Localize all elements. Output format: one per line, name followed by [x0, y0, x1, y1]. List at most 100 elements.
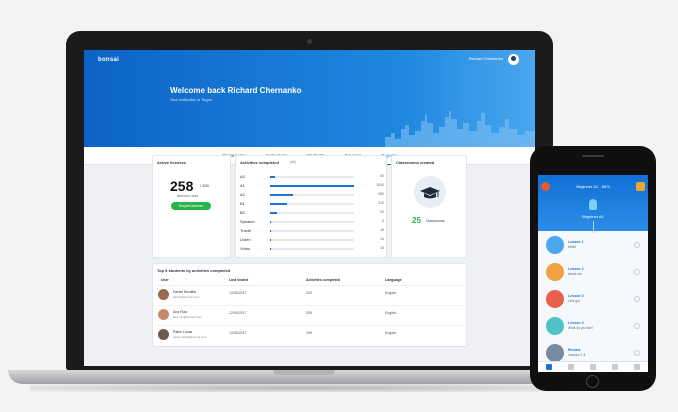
last-visited: 12/05/2017: [229, 311, 247, 315]
phone-screen: Beginner A1 - 86% Beginner A1 Lesson 1 He…: [538, 175, 648, 372]
nav-chat-icon[interactable]: [612, 364, 618, 370]
lesson-item[interactable]: Lesson 3 Let's go!: [538, 287, 648, 313]
activity-label: Video: [240, 246, 251, 251]
activity-label: Speaker: [240, 219, 255, 224]
activity-row: B2 90: [240, 210, 384, 216]
lesson-subtitle: Hello!: [568, 245, 577, 249]
activity-bar: [270, 230, 272, 232]
activity-bar-track: [270, 203, 354, 205]
activity-bar-track: [270, 230, 354, 232]
activity-value: 280: [378, 192, 384, 196]
lesson-status-icon[interactable]: [634, 323, 640, 329]
activity-label: Travel: [240, 228, 251, 233]
laptop-display: bonsai Richard Chemanko Welcome back Ric…: [84, 50, 535, 366]
lesson-subtitle: Let's go!: [568, 299, 580, 303]
activity-bar-track: [270, 212, 354, 214]
activity-label: Listen: [240, 237, 251, 242]
table-row[interactable]: Ana Ruiz ana.ruiz@bonsai.com 12/05/2017 …: [157, 305, 463, 323]
table-row[interactable]: Pablo Lucas pablo.lucas@bonsai.com 12/05…: [157, 325, 463, 343]
column-header[interactable]: User: [161, 278, 169, 282]
last-visited: 12/05/2017: [229, 291, 247, 295]
activity-row: Listen 14: [240, 237, 384, 243]
classrooms-card: Classrooms created 25 Classrooms: [391, 155, 467, 258]
lesson-item[interactable]: Lesson 4 What do you like?: [538, 314, 648, 340]
lesson-status-icon[interactable]: [634, 350, 640, 356]
avatar: [158, 309, 169, 320]
activity-label: A1: [240, 183, 245, 188]
lesson-subtitle: About me: [568, 272, 582, 276]
level-connector: [593, 221, 594, 233]
lesson-item[interactable]: Lesson 1 Hello!: [538, 233, 648, 259]
lesson-name: Lesson 4: [568, 321, 584, 325]
card-title: Top 5 students by activities completed: [157, 268, 231, 273]
flag-icon[interactable]: [636, 182, 645, 191]
laptop-shadow: [30, 384, 570, 392]
column-header[interactable]: Last visited: [229, 278, 248, 282]
avatar: [158, 329, 169, 340]
active-licenses-card: Active licenses 258 / 300 licenses used …: [152, 155, 231, 258]
user-name[interactable]: Richard Chemanko: [469, 56, 503, 61]
student-name: Daniel Montilla: [173, 290, 196, 294]
activity-bar: [270, 248, 272, 250]
nav-star-icon[interactable]: [568, 364, 574, 370]
speaker-icon: [582, 155, 604, 157]
activity-value: 5: [382, 219, 384, 223]
activity-value: 18: [380, 228, 384, 232]
student-name: Ana Ruiz: [173, 310, 188, 314]
app-logo[interactable]: bonsai: [98, 57, 119, 63]
activity-bar: [270, 212, 278, 214]
request-licenses-button[interactable]: Request licenses: [171, 202, 211, 210]
activity-row: Speaker 5: [240, 219, 384, 225]
course-title: Beginner A1 - 86%: [576, 184, 610, 189]
activity-label: A2: [240, 192, 245, 197]
activity-value: 14: [380, 237, 384, 241]
language: English: [385, 311, 397, 315]
activities-count: 320: [306, 291, 312, 295]
level-label: Beginner A1: [582, 214, 604, 219]
activity-bar: [270, 239, 272, 241]
lesson-status-icon[interactable]: [634, 296, 640, 302]
lesson-status-icon[interactable]: [634, 269, 640, 275]
column-header[interactable]: Language: [385, 278, 402, 282]
camera-icon: [307, 39, 312, 44]
card-title: Active licenses: [157, 160, 186, 165]
activities-count: 305: [306, 311, 312, 315]
student-name: Pablo Lucas: [173, 330, 193, 334]
column-header[interactable]: Activities completed: [306, 278, 340, 282]
activity-bar: [270, 176, 275, 178]
activity-value: 16: [380, 246, 384, 250]
lesson-name: Review: [568, 348, 581, 352]
avatar[interactable]: [508, 54, 519, 65]
activity-bar-track: [270, 239, 354, 241]
app-header: bonsai Richard Chemanko Welcome back Ric…: [84, 50, 535, 147]
activity-row: Travel 18: [240, 228, 384, 234]
table-row[interactable]: Daniel Montilla daniel@bonsai.com 12/05/…: [157, 285, 463, 303]
student-email: ana.ruiz@bonsai.com: [173, 315, 203, 319]
bottom-nav: [538, 361, 648, 372]
graduation-cap-icon: [414, 176, 446, 208]
activities-filter[interactable]: (all): [290, 160, 296, 164]
licenses-total: / 300: [200, 183, 209, 188]
activity-bar: [270, 203, 287, 205]
lesson-item[interactable]: Lesson 2 About me: [538, 260, 648, 286]
skyline-illustration: [385, 111, 535, 147]
phone: Beginner A1 - 86% Beginner A1 Lesson 1 He…: [530, 146, 656, 391]
home-button[interactable]: [586, 375, 599, 388]
activity-label: B1: [240, 201, 245, 206]
activities-card: Activities completed (all) A0 60 A1 1040 A2 2…: [235, 155, 387, 258]
nav-home-icon[interactable]: [546, 364, 552, 370]
licenses-count: 258: [170, 178, 194, 194]
activity-bar-track: [270, 194, 354, 196]
activity-value: 60: [380, 174, 384, 178]
lesson-name: Lesson 3: [568, 294, 584, 298]
lesson-status-icon[interactable]: [634, 242, 640, 248]
app-bar: bonsai: [84, 50, 535, 70]
activities-count: 298: [306, 331, 312, 335]
card-title: Classrooms created: [396, 160, 435, 165]
page-title: Welcome back Richard Chernanko: [170, 86, 302, 95]
nav-book-icon[interactable]: [590, 364, 596, 370]
activity-value: 210: [378, 201, 384, 205]
nav-settings-icon[interactable]: [634, 364, 640, 370]
activity-bar-track: [270, 176, 354, 178]
avatar: [158, 289, 169, 300]
